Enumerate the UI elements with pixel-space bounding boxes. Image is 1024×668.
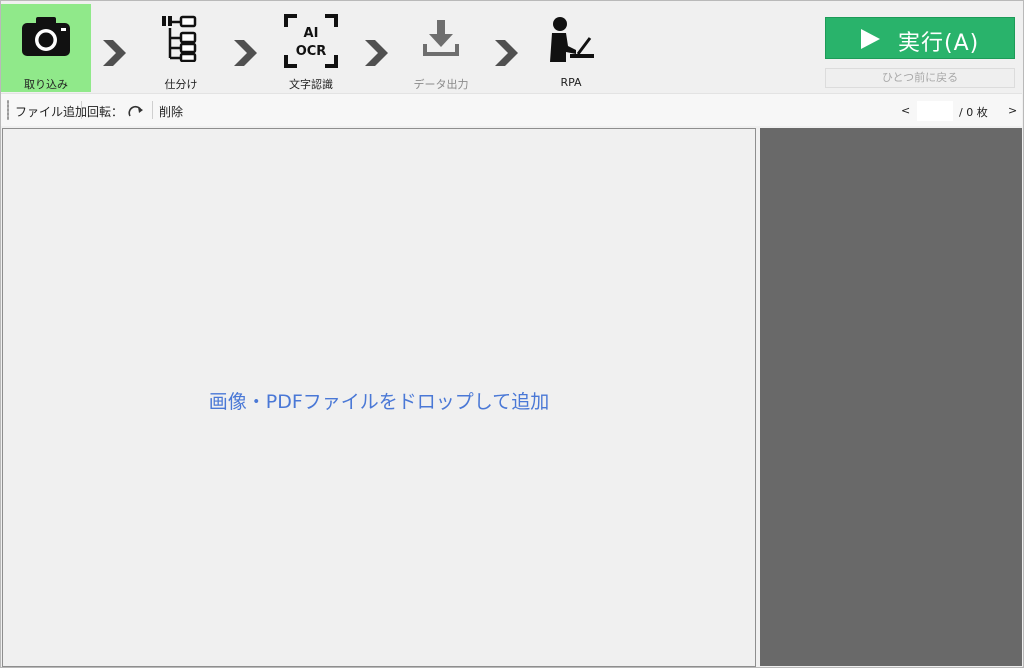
back-button[interactable]: ひとつ前に戻る	[825, 68, 1015, 88]
drop-hint-text: 画像・PDFファイルをドロップして追加	[208, 391, 550, 413]
chevron-right-icon	[103, 40, 126, 66]
step-data-output[interactable]: データ出力	[401, 4, 481, 92]
file-drop-zone[interactable]: 画像・PDFファイルをドロップして追加	[2, 128, 756, 667]
chevron-right-icon	[495, 40, 518, 66]
delete-button[interactable]: 削除	[159, 103, 183, 120]
add-file-button[interactable]: ファイル追加	[15, 103, 87, 120]
run-button[interactable]: 実行(A)	[825, 17, 1015, 59]
person-laptop-icon	[544, 16, 598, 70]
prev-page-button[interactable]: <	[901, 104, 910, 117]
rotate-label: 回転：	[87, 105, 124, 119]
chevron-right-icon	[234, 40, 257, 66]
step-ocr[interactable]: AI OCR 文字認識	[273, 4, 349, 92]
step-label: データ出力	[413, 78, 469, 91]
step-label: 文字認識	[289, 78, 333, 91]
page-number-input[interactable]	[917, 101, 953, 121]
rotate-clockwise-icon[interactable]	[128, 103, 144, 122]
ai-text: AI	[304, 26, 319, 41]
step-sort[interactable]: 仕分け	[146, 4, 216, 92]
step-label: 仕分け	[164, 78, 198, 91]
step-rpa[interactable]: RPA	[536, 4, 606, 92]
toolbar: ファイル追加 回転： 削除 < / 0 枚 >	[1, 93, 1022, 126]
play-icon	[859, 28, 881, 54]
page-total-label: / 0 枚	[959, 106, 988, 119]
preview-pane	[760, 128, 1022, 666]
next-page-button[interactable]: >	[1008, 104, 1017, 117]
chevron-right-icon	[365, 40, 388, 66]
ai-ocr-icon: AI OCR	[283, 13, 339, 73]
step-import[interactable]: 取り込み	[1, 4, 91, 92]
step-label: 取り込み	[24, 78, 68, 91]
workflow-step-bar: 取り込み 仕分け AI OCR 文字認識 データ出力 RPA 実行(A) ひとつ…	[1, 4, 1022, 92]
toolbar-separator	[152, 101, 153, 119]
camera-icon	[20, 14, 72, 64]
toolbar-grip[interactable]	[7, 100, 9, 120]
tree-sort-icon	[159, 14, 203, 66]
toolbar-separator	[81, 101, 82, 119]
step-label: RPA	[560, 76, 582, 89]
run-button-label: 実行(A)	[898, 31, 980, 56]
download-icon	[421, 18, 461, 62]
ocr-text: OCR	[296, 44, 327, 59]
